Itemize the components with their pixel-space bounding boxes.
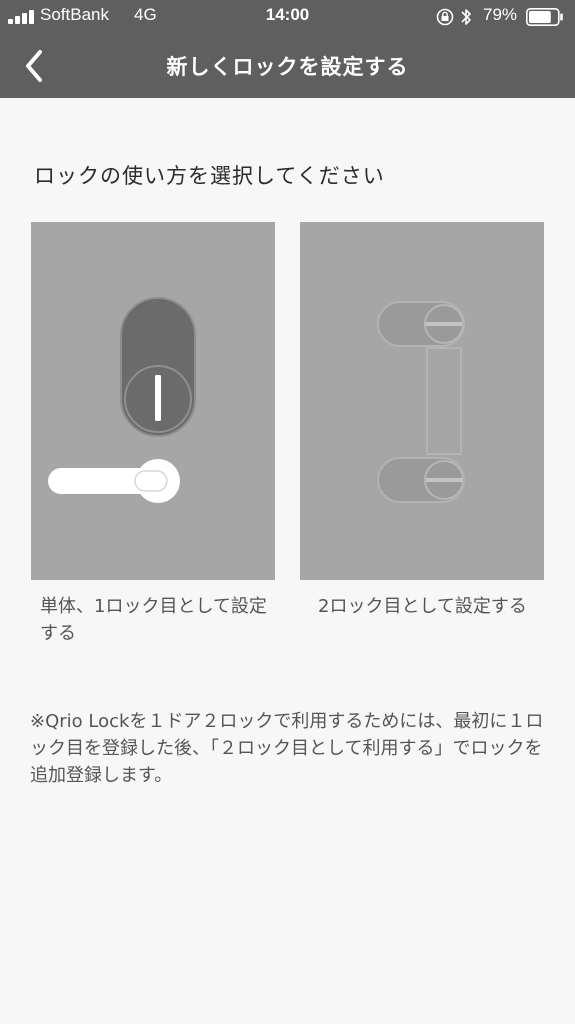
- status-bar: SoftBank 4G 14:00 79%: [0, 0, 575, 34]
- single-lock-option-card[interactable]: [31, 222, 275, 580]
- second-lock-option-label[interactable]: 2ロック目として設定する: [318, 593, 538, 620]
- selection-prompt: ロックの使い方を選択してください: [34, 164, 385, 188]
- navigation-bar: 新しくロックを設定する: [0, 34, 575, 98]
- single-lock-option-label[interactable]: 単体、1ロック目として設定する: [40, 593, 275, 647]
- double-lock-icon: [377, 301, 465, 503]
- usage-note: ※Qrio Lockを１ドア２ロックで利用するためには、最初に１ロック目を登録し…: [30, 711, 544, 786]
- bluetooth-icon: [461, 9, 471, 25]
- rotation-lock-icon: [436, 8, 454, 26]
- second-lock-option-card[interactable]: [300, 222, 544, 580]
- page-title: 新しくロックを設定する: [166, 55, 409, 79]
- header: SoftBank 4G 14:00 79% 新しくロックを設定する: [0, 0, 575, 98]
- battery-icon: [526, 8, 563, 26]
- single-lock-icon: [48, 297, 196, 503]
- battery-percent: 79%: [483, 5, 518, 24]
